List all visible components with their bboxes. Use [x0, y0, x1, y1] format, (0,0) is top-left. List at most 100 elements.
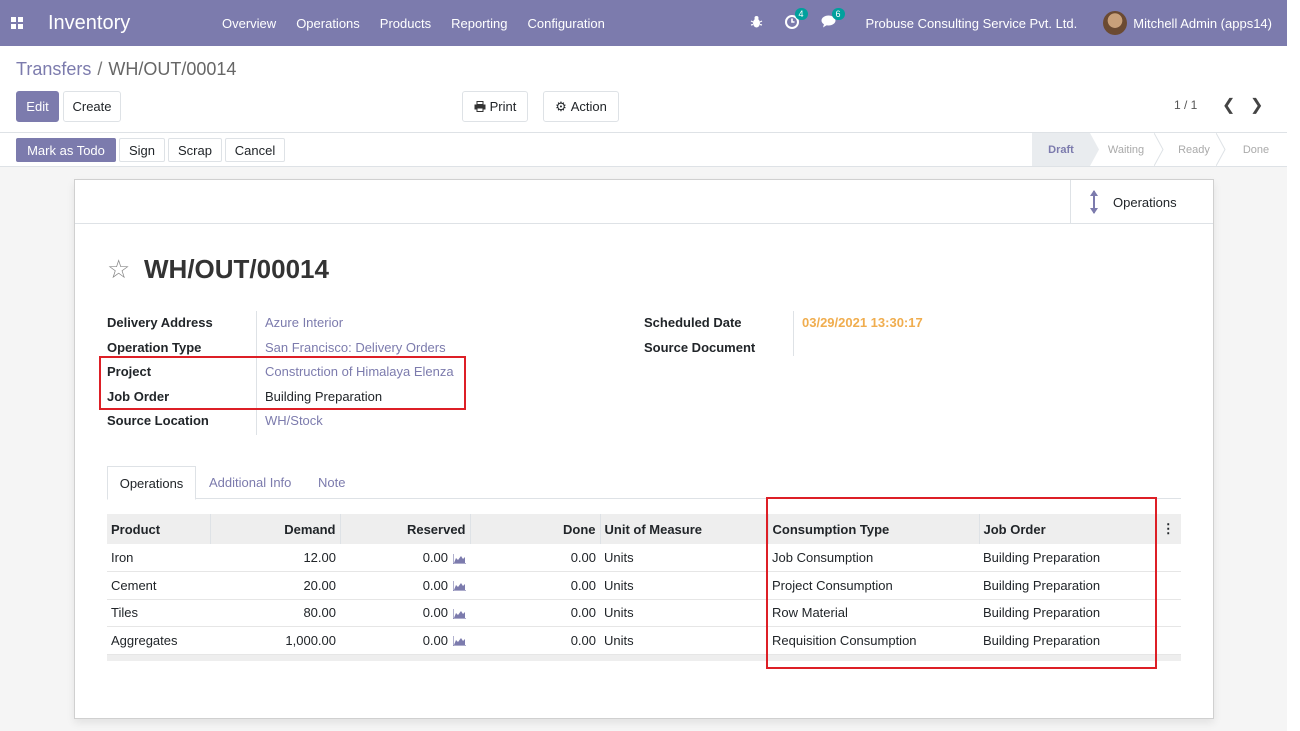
scrap-button[interactable]: Scrap: [168, 138, 222, 162]
cell-reserved: 0.00: [340, 626, 470, 655]
edit-button[interactable]: Edit: [16, 91, 59, 122]
favorite-star-icon[interactable]: ☆: [107, 254, 130, 285]
forecast-chart-icon[interactable]: [453, 553, 466, 564]
debug-bug-icon[interactable]: [750, 15, 763, 32]
breadcrumb-separator: /: [97, 59, 103, 79]
column-done[interactable]: Done: [470, 514, 601, 544]
source-document-label: Source Document: [644, 340, 756, 355]
cell-demand: 80.00: [210, 599, 340, 627]
menu-reporting[interactable]: Reporting: [441, 16, 517, 31]
operations-smart-button-label: Operations: [1113, 194, 1177, 210]
cell-product: Cement: [107, 571, 210, 600]
cell-reserved-value: 0.00: [422, 632, 448, 648]
stage-draft: Draft: [1032, 133, 1090, 166]
forecast-chart-icon[interactable]: [453, 581, 466, 592]
cell-reserved: 0.00: [340, 599, 470, 627]
action-label: Action: [570, 99, 607, 114]
user-avatar[interactable]: [1103, 11, 1128, 35]
smart-button-box: Operations: [75, 180, 1213, 224]
cell-reserved: 0.00: [340, 544, 470, 572]
cell-demand: 20.00: [210, 571, 340, 600]
top-navbar: Inventory Overview Operations Products R…: [0, 0, 1287, 46]
cell-reserved-value: 0.00: [422, 577, 448, 593]
forecast-chart-icon[interactable]: [453, 636, 466, 647]
cell-uom: Units: [600, 544, 768, 572]
pager-previous-icon[interactable]: ❮: [1222, 95, 1235, 115]
forecast-chart-icon[interactable]: [453, 608, 466, 619]
pager-value[interactable]: 1 / 1: [1174, 98, 1197, 112]
activity-clock-icon[interactable]: 4: [784, 7, 808, 32]
cell-demand: 1,000.00: [210, 626, 340, 655]
cell-uom: Units: [600, 626, 768, 655]
stage-ready: Ready: [1178, 143, 1210, 156]
menu-operations[interactable]: Operations: [286, 16, 370, 31]
cell-done: 0.00: [470, 571, 600, 600]
user-menu[interactable]: Mitchell Admin (apps14): [1133, 16, 1272, 31]
record-title: WH/OUT/00014: [144, 254, 329, 284]
delivery-address-label: Delivery Address: [107, 315, 213, 330]
form-sheet: Operations ☆ WH/OUT/00014 Delivery Addre…: [74, 179, 1214, 719]
cell-uom: Units: [600, 599, 768, 627]
apps-menu-icon[interactable]: [0, 0, 34, 46]
message-count-badge: 6: [831, 8, 845, 20]
cell-done: 0.00: [470, 626, 600, 655]
cell-demand: 12.00: [210, 544, 340, 572]
tab-note[interactable]: Note: [318, 466, 345, 499]
notebook-tabs: Operations Additional Info Note: [107, 466, 1181, 500]
top-menu: Overview Operations Products Reporting C…: [212, 16, 615, 31]
mark-as-todo-button[interactable]: Mark as Todo: [16, 138, 116, 162]
sign-button[interactable]: Sign: [119, 138, 165, 162]
arrows-vertical-icon: [1090, 190, 1098, 214]
cell-reserved: 0.00: [340, 571, 470, 600]
menu-products[interactable]: Products: [370, 16, 441, 31]
column-unit-of-measure[interactable]: Unit of Measure: [600, 514, 769, 544]
statusbar: Mark as Todo Sign Scrap Cancel Draft Wai…: [0, 132, 1287, 167]
delivery-address-value[interactable]: Azure Interior: [265, 315, 343, 330]
stage-waiting: Waiting: [1107, 143, 1145, 156]
source-location-label: Source Location: [107, 413, 209, 428]
cancel-button[interactable]: Cancel: [225, 138, 285, 162]
column-demand[interactable]: Demand: [210, 514, 341, 544]
cell-done: 0.00: [470, 544, 600, 572]
messages-chat-icon[interactable]: 6: [821, 8, 845, 31]
cell-done: 0.00: [470, 599, 600, 627]
cell-reserved-value: 0.00: [422, 550, 448, 565]
menu-configuration[interactable]: Configuration: [517, 16, 614, 31]
breadcrumb-transfers-link[interactable]: Transfers: [16, 59, 91, 79]
cell-product: Tiles: [107, 599, 210, 627]
cell-product: Iron: [107, 544, 210, 572]
column-product[interactable]: Product: [107, 514, 211, 544]
operation-type-label: Operation Type: [107, 340, 202, 355]
operations-smart-button[interactable]: Operations: [1070, 180, 1213, 224]
tab-additional-info[interactable]: Additional Info: [209, 466, 291, 499]
action-button[interactable]: ⚙ Action: [543, 91, 619, 122]
activity-count-badge: 4: [794, 7, 808, 20]
tab-operations[interactable]: Operations: [107, 466, 196, 500]
operation-type-value[interactable]: San Francisco: Delivery Orders: [265, 340, 446, 355]
breadcrumb-current: WH/OUT/00014: [108, 59, 237, 79]
create-button-label: Create: [72, 99, 112, 114]
breadcrumb: Transfers / WH/OUT/00014: [16, 59, 236, 80]
column-reserved[interactable]: Reserved: [340, 514, 471, 544]
cell-product: Aggregates: [107, 626, 210, 655]
cell-reserved-value: 0.00: [422, 605, 448, 621]
column-options-icon[interactable]: ⋮: [1155, 514, 1181, 544]
app-name[interactable]: Inventory: [34, 12, 212, 35]
print-button[interactable]: Print: [462, 91, 528, 122]
stage-done: Done: [1242, 143, 1270, 156]
stage-chevron-icon: [1154, 133, 1164, 166]
menu-overview[interactable]: Overview: [212, 16, 286, 31]
highlight-project-job-order: [99, 356, 466, 410]
highlight-consumption-columns: [766, 497, 1157, 669]
pager-next-icon[interactable]: ❯: [1250, 95, 1263, 115]
print-label: Print: [489, 99, 517, 114]
company-switcher[interactable]: Probuse Consulting Service Pvt. Ltd.: [866, 16, 1078, 31]
scheduled-date-value[interactable]: 03/29/2021 13:30:17: [802, 315, 923, 330]
cell-uom: Units: [600, 571, 768, 600]
scheduled-date-label: Scheduled Date: [644, 315, 742, 330]
field-separator: [793, 311, 794, 356]
gear-icon: ⚙: [555, 98, 567, 114]
create-button[interactable]: Create: [63, 91, 121, 122]
source-location-value[interactable]: WH/Stock: [265, 413, 323, 428]
stage-chevron-icon: [1216, 133, 1226, 166]
